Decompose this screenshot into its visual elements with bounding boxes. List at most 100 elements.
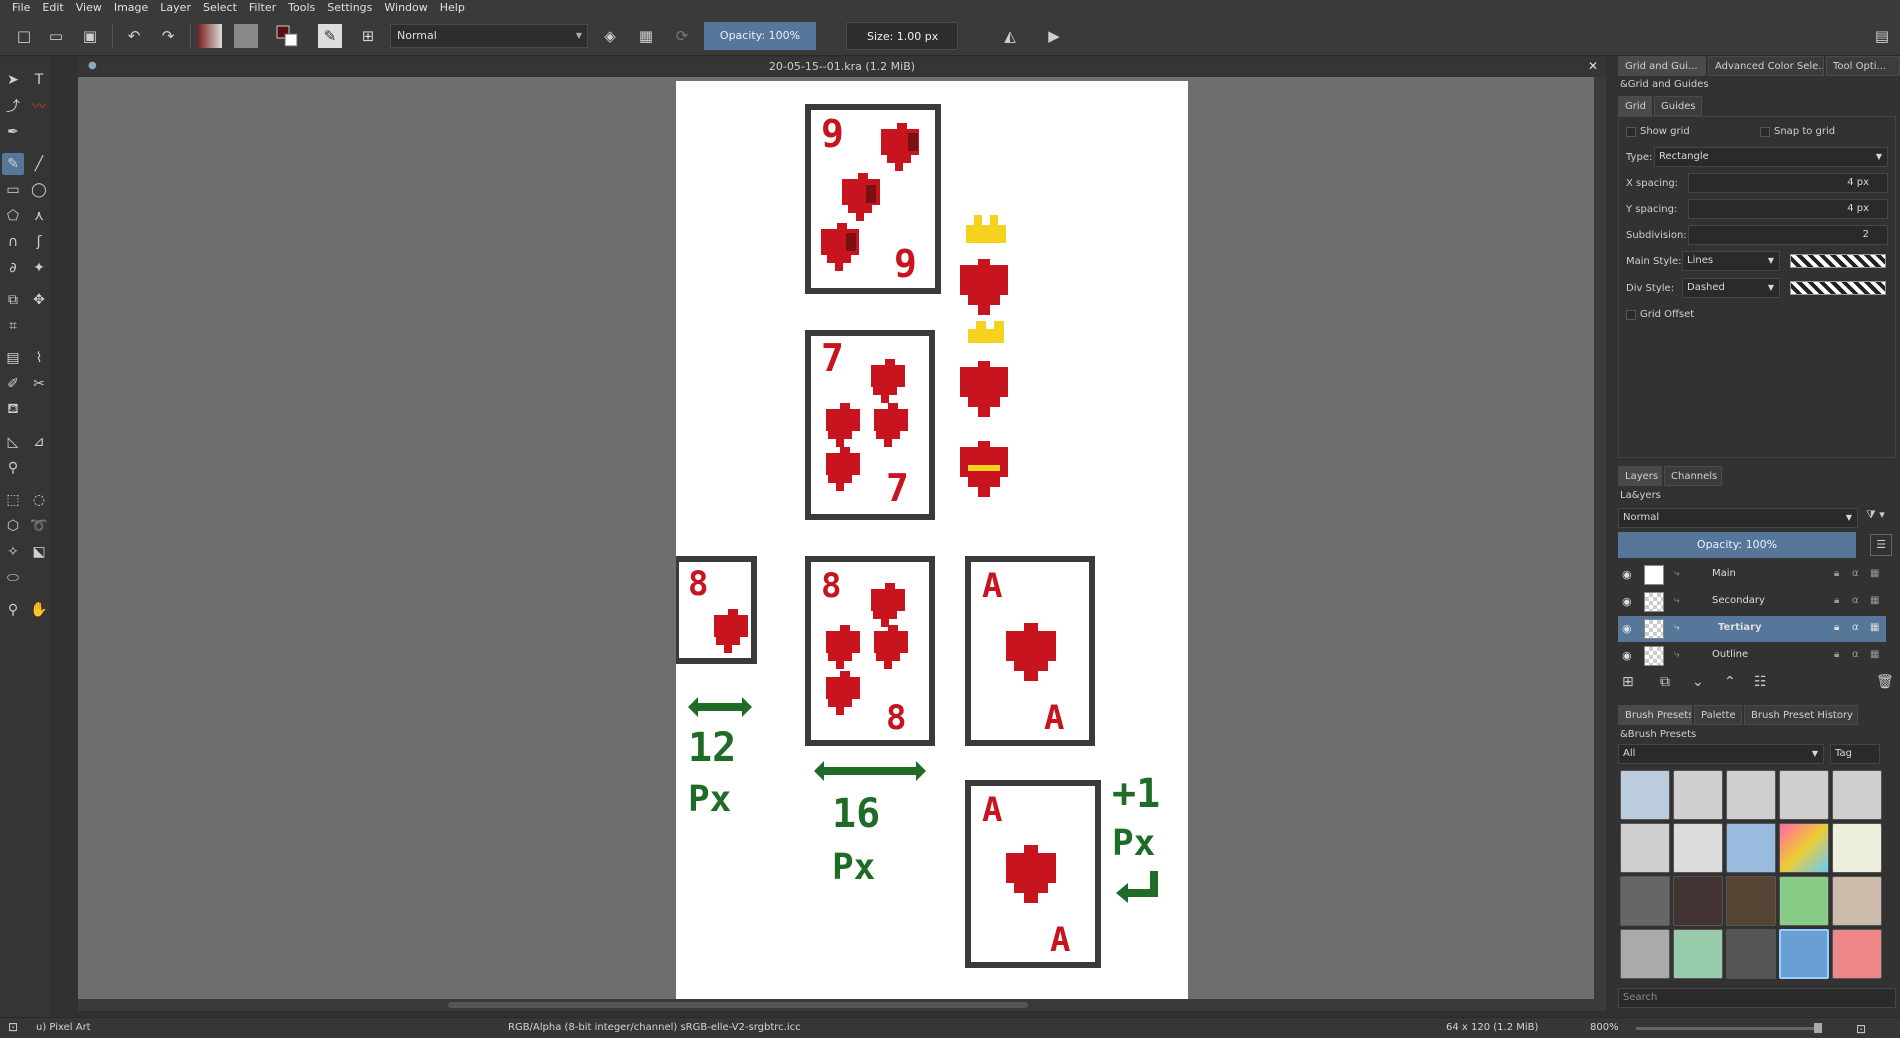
open-document-icon[interactable]: ▭: [44, 24, 68, 48]
brush-preset-tile[interactable]: [1779, 770, 1829, 820]
visibility-eye-icon[interactable]: ◉: [1622, 622, 1636, 636]
inherit-alpha-icon[interactable]: ▦: [1870, 568, 1879, 579]
polyline-tool-icon[interactable]: ⋏: [28, 205, 50, 227]
brush-search-input[interactable]: Search: [1618, 988, 1896, 1008]
color-swatch-icon[interactable]: [275, 24, 299, 48]
inherit-alpha-icon[interactable]: ▦: [1870, 595, 1879, 606]
layer-row[interactable]: ◉ ⤷ Secondary 🔒︎ α ▦: [1618, 589, 1886, 615]
text-tool-icon[interactable]: T: [28, 69, 50, 91]
brush-preset-tile[interactable]: [1832, 929, 1882, 979]
multibrush-icon[interactable]: ✦: [28, 257, 50, 279]
rectangle-tool-icon[interactable]: ▭: [2, 179, 24, 201]
brush-preset-tile[interactable]: [1726, 929, 1776, 979]
tab-palette[interactable]: Palette: [1694, 705, 1742, 725]
layer-row[interactable]: ◉ ⤷ Outline 🔒︎ α ▦: [1618, 643, 1886, 669]
mirror-vertical-icon[interactable]: ▶: [1042, 24, 1066, 48]
dynamic-brush-icon[interactable]: ∂: [2, 257, 24, 279]
pen-icon[interactable]: ✒: [2, 121, 24, 143]
edit-shapes-icon[interactable]: ⤴: [2, 95, 24, 117]
ellipse-select-icon[interactable]: ◌: [28, 489, 50, 511]
tab-brush-preset-history[interactable]: Brush Preset History: [1744, 705, 1858, 725]
menu-tools[interactable]: Tools: [282, 0, 321, 16]
brush-preset-tile[interactable]: [1832, 876, 1882, 926]
menu-image[interactable]: Image: [108, 0, 154, 16]
measure-tool-icon[interactable]: ◺: [2, 431, 24, 453]
tab-layers[interactable]: Layers: [1618, 466, 1662, 486]
similar-select-icon[interactable]: ⬕: [28, 541, 50, 563]
new-document-icon[interactable]: □: [12, 24, 36, 48]
zoom-slider[interactable]: [1636, 1023, 1822, 1033]
zoom-tool-icon[interactable]: ⚲: [2, 599, 24, 621]
bezier-select-icon[interactable]: ⬭: [2, 567, 24, 589]
subdivision-input[interactable]: 2: [1688, 225, 1888, 245]
fit-view-icon[interactable]: ⊡: [1856, 1022, 1866, 1036]
horizontal-scroll-thumb[interactable]: [448, 1002, 1028, 1008]
assistant-tool-icon[interactable]: ⊿: [28, 431, 50, 453]
save-document-icon[interactable]: ▣: [78, 24, 102, 48]
visibility-eye-icon[interactable]: ◉: [1622, 568, 1636, 582]
inherit-alpha-icon[interactable]: ▦: [1870, 649, 1879, 660]
vertical-scrollbar[interactable]: [1594, 77, 1606, 999]
main-style-select[interactable]: Lines ▼: [1682, 251, 1780, 271]
blend-mode-select[interactable]: Normal ▼: [390, 24, 588, 48]
ellipse-tool-icon[interactable]: ◯: [28, 179, 50, 201]
document-title[interactable]: 20-05-15--01.kra (1.2 MiB): [78, 60, 1606, 73]
delete-layer-icon[interactable]: 🗑︎: [1876, 674, 1894, 690]
visibility-eye-icon[interactable]: ◉: [1622, 595, 1636, 609]
close-document-icon[interactable]: ✕: [1588, 59, 1598, 73]
pattern-selector-icon[interactable]: [234, 24, 258, 48]
gradient-tool-icon[interactable]: ▤: [2, 347, 24, 369]
layer-row-selected[interactable]: ◉ ⤷ Tertiary 🔒︎ α ▦: [1618, 616, 1886, 642]
lock-icon[interactable]: 🔒︎: [1834, 568, 1839, 579]
brush-preset-tile[interactable]: [1620, 770, 1670, 820]
polygon-tool-icon[interactable]: ⬠: [2, 205, 24, 227]
brush-preset-tile[interactable]: [1779, 876, 1829, 926]
brush-preset-tile[interactable]: [1673, 770, 1723, 820]
tab-advanced-color-selector[interactable]: Advanced Color Sele...: [1708, 56, 1824, 76]
alpha-lock-icon[interactable]: α: [1852, 649, 1859, 660]
brush-preset-tile-selected[interactable]: [1779, 929, 1829, 979]
freehand-select-icon[interactable]: ➰: [28, 515, 50, 537]
wrap-around-icon[interactable]: ⟳: [670, 24, 694, 48]
brush-status-icon[interactable]: ⊡: [8, 1020, 18, 1034]
menu-filter[interactable]: Filter: [243, 0, 282, 16]
brush-preset-tile[interactable]: [1673, 929, 1723, 979]
move-tool-icon[interactable]: ✥: [28, 289, 50, 311]
main-style-color-swatch[interactable]: [1790, 254, 1886, 268]
pan-tool-icon[interactable]: ✋: [28, 599, 50, 621]
grid-offset-checkbox[interactable]: [1626, 310, 1636, 320]
brush-preset-tile[interactable]: [1620, 876, 1670, 926]
brush-preset-tile[interactable]: [1673, 876, 1723, 926]
div-style-select[interactable]: Dashed ▼: [1682, 278, 1780, 298]
horizontal-scrollbar[interactable]: [78, 999, 1606, 1011]
snap-to-grid-checkbox[interactable]: [1760, 127, 1770, 137]
color-picker-icon[interactable]: ⌇: [28, 347, 50, 369]
brush-preset-tile[interactable]: [1673, 823, 1723, 873]
x-spacing-input[interactable]: 4 px: [1688, 173, 1888, 193]
canvas-paper[interactable]: 9 9 7 7 K Q J: [673, 81, 1188, 999]
brush-filter-select[interactable]: All ▼: [1618, 744, 1824, 764]
calligraphy-icon[interactable]: 〰: [28, 95, 50, 117]
freehand-brush-icon[interactable]: ✎: [2, 153, 24, 175]
layer-properties-icon[interactable]: ☰: [1870, 534, 1892, 556]
menu-select[interactable]: Select: [197, 0, 243, 16]
select-shapes-icon[interactable]: ➤: [2, 69, 24, 91]
layer-blend-mode-select[interactable]: Normal ▼: [1618, 508, 1858, 528]
tab-grid[interactable]: Grid: [1618, 96, 1652, 116]
alpha-lock-icon[interactable]: α: [1852, 595, 1859, 606]
undo-icon[interactable]: ↶: [122, 24, 146, 48]
brush-preset-icon[interactable]: ✎: [318, 24, 342, 48]
add-layer-icon[interactable]: ⊞: [1622, 674, 1634, 690]
inherit-alpha-icon[interactable]: ▦: [1870, 622, 1879, 633]
tab-tool-options[interactable]: Tool Opti...: [1826, 56, 1900, 76]
lock-icon[interactable]: 🔒︎: [1834, 595, 1839, 606]
brush-preset-tile[interactable]: [1620, 823, 1670, 873]
tab-channels[interactable]: Channels: [1664, 466, 1722, 486]
colorize-mask-icon[interactable]: ✐: [2, 373, 24, 395]
alpha-lock-icon[interactable]: α: [1852, 622, 1859, 633]
menu-edit[interactable]: Edit: [36, 0, 69, 16]
preserve-alpha-icon[interactable]: ▦: [634, 24, 658, 48]
eraser-mode-icon[interactable]: ◈: [598, 24, 622, 48]
visibility-eye-icon[interactable]: ◉: [1622, 649, 1636, 663]
tab-grid-and-guides[interactable]: Grid and Gui...: [1618, 56, 1706, 76]
